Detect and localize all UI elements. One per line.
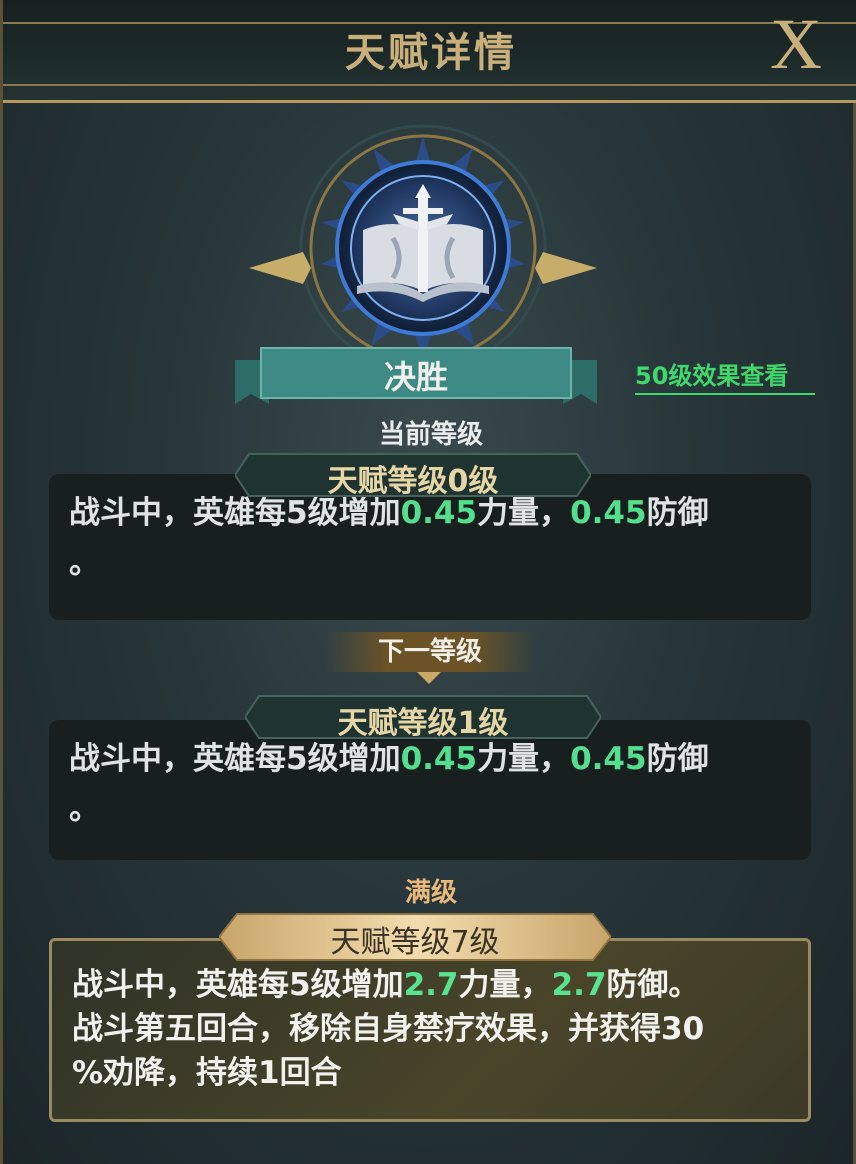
max-level-badge: 天赋等级7级 <box>217 912 613 962</box>
book-sword-icon <box>249 124 597 372</box>
max-level-label: 满级 <box>404 878 457 908</box>
talent-name: 决胜 <box>383 358 448 396</box>
max-level-value: 天赋等级7级 <box>330 925 500 960</box>
title-bar: 天赋详情 X <box>3 0 856 103</box>
current-level-badge: 天赋等级0级 <box>235 452 591 499</box>
current-level-label: 当前等级 <box>378 420 483 450</box>
max-desc-line3: %劝降，持续1回合 <box>72 1055 342 1091</box>
current-value1: 0.45 <box>400 495 478 531</box>
next-value2: 0.45 <box>570 741 647 777</box>
close-button[interactable]: X <box>761 8 831 80</box>
max-value1: 2.7 <box>403 967 459 1003</box>
talent-name-ribbon: 决胜 <box>235 346 597 406</box>
next-level-value: 天赋等级1级 <box>337 706 509 741</box>
current-level-value: 天赋等级0级 <box>327 464 499 499</box>
page-title: 天赋详情 <box>345 29 517 76</box>
next-level-badge: 天赋等级1级 <box>245 694 601 741</box>
talent-emblem <box>243 118 603 378</box>
max-value2: 2.7 <box>551 967 607 1003</box>
next-value1: 0.45 <box>400 741 478 777</box>
next-desc-line2: 。 <box>69 791 100 827</box>
current-value2: 0.45 <box>570 495 647 531</box>
level50-effect-link[interactable]: 50级效果查看 <box>635 356 815 395</box>
max-level-card: 战斗中，英雄每5级增加2.7力量，2.7防御。 战斗第五回合，移除自身禁疗效果，… <box>49 938 811 1122</box>
next-level-label: 下一等级 <box>325 632 535 672</box>
talent-detail-panel: 天赋详情 X 决胜 50级效果查看 当前等级 战斗中，英雄每5级增加0.45力量… <box>0 0 856 1164</box>
current-desc-line2: 。 <box>69 545 100 581</box>
down-arrow-icon <box>417 672 441 684</box>
max-desc-line2: 战斗第五回合，移除自身禁疗效果，并获得30 <box>72 1011 705 1047</box>
max-desc: 战斗中，英雄每5级增加2.7力量，2.7防御。 <box>72 967 700 1003</box>
